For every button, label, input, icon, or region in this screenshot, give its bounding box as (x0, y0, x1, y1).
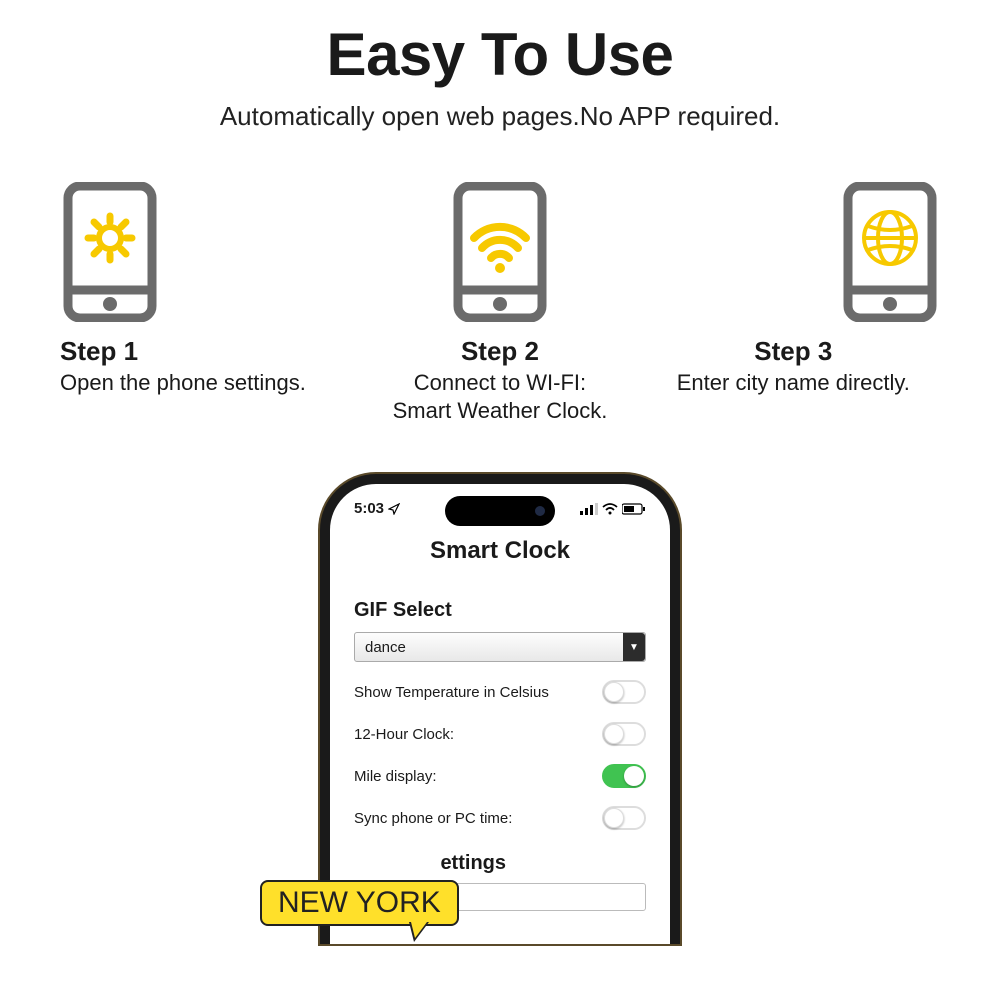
app-title: Smart Clock (354, 537, 646, 565)
setting-row-celsius: Show Temperature in Celsius (354, 680, 646, 704)
step-2-desc: Connect to WI-FI: Smart Weather Clock. (393, 369, 608, 424)
settings-heading-partial: ettings (354, 852, 646, 875)
gif-select-dropdown[interactable]: dance ▼ (354, 632, 646, 662)
setting-label: Mile display: (354, 768, 437, 785)
chevron-down-icon: ▼ (623, 633, 645, 661)
dynamic-island (445, 496, 555, 526)
gif-select-value: dance (365, 639, 406, 656)
step-2-title: Step 2 (461, 336, 539, 367)
wifi-icon (602, 503, 618, 515)
phone-wifi-icon (450, 182, 550, 322)
phone-mockup: 5:03 Smart Clock GIF Selec (320, 474, 680, 944)
setting-label: Sync phone or PC time: (354, 810, 512, 827)
setting-label: 12-Hour Clock: (354, 726, 454, 743)
toggle-sync[interactable] (602, 806, 646, 830)
step-3-title: Step 3 (754, 336, 832, 367)
page-title: Easy To Use (0, 20, 1000, 89)
steps-row: Step 1 Open the phone settings. Step 2 C… (0, 132, 1000, 444)
gif-select-heading: GIF Select (354, 599, 646, 622)
toggle-celsius[interactable] (602, 680, 646, 704)
signal-icon (580, 503, 598, 515)
setting-label: Show Temperature in Celsius (354, 684, 549, 701)
callout-label: NEW YORK (260, 880, 459, 926)
toggle-12hour[interactable] (602, 722, 646, 746)
step-3: Step 3 Enter city name directly. (647, 182, 940, 424)
setting-row-sync: Sync phone or PC time: (354, 806, 646, 830)
status-time: 5:03 (354, 500, 384, 517)
step-1-title: Step 1 (60, 336, 138, 367)
step-2: Step 2 Connect to WI-FI: Smart Weather C… (353, 182, 646, 424)
phone-settings-icon (60, 182, 160, 322)
setting-row-mile: Mile display: (354, 764, 646, 788)
setting-row-12hour: 12-Hour Clock: (354, 722, 646, 746)
step-1: Step 1 Open the phone settings. (60, 182, 353, 424)
step-3-desc: Enter city name directly. (677, 369, 910, 397)
phone-globe-icon (840, 182, 940, 322)
step-1-desc: Open the phone settings. (60, 369, 306, 397)
page-subtitle: Automatically open web pages.No APP requ… (0, 101, 1000, 132)
battery-icon (622, 503, 646, 515)
location-icon (388, 503, 400, 515)
toggle-mile[interactable] (602, 764, 646, 788)
